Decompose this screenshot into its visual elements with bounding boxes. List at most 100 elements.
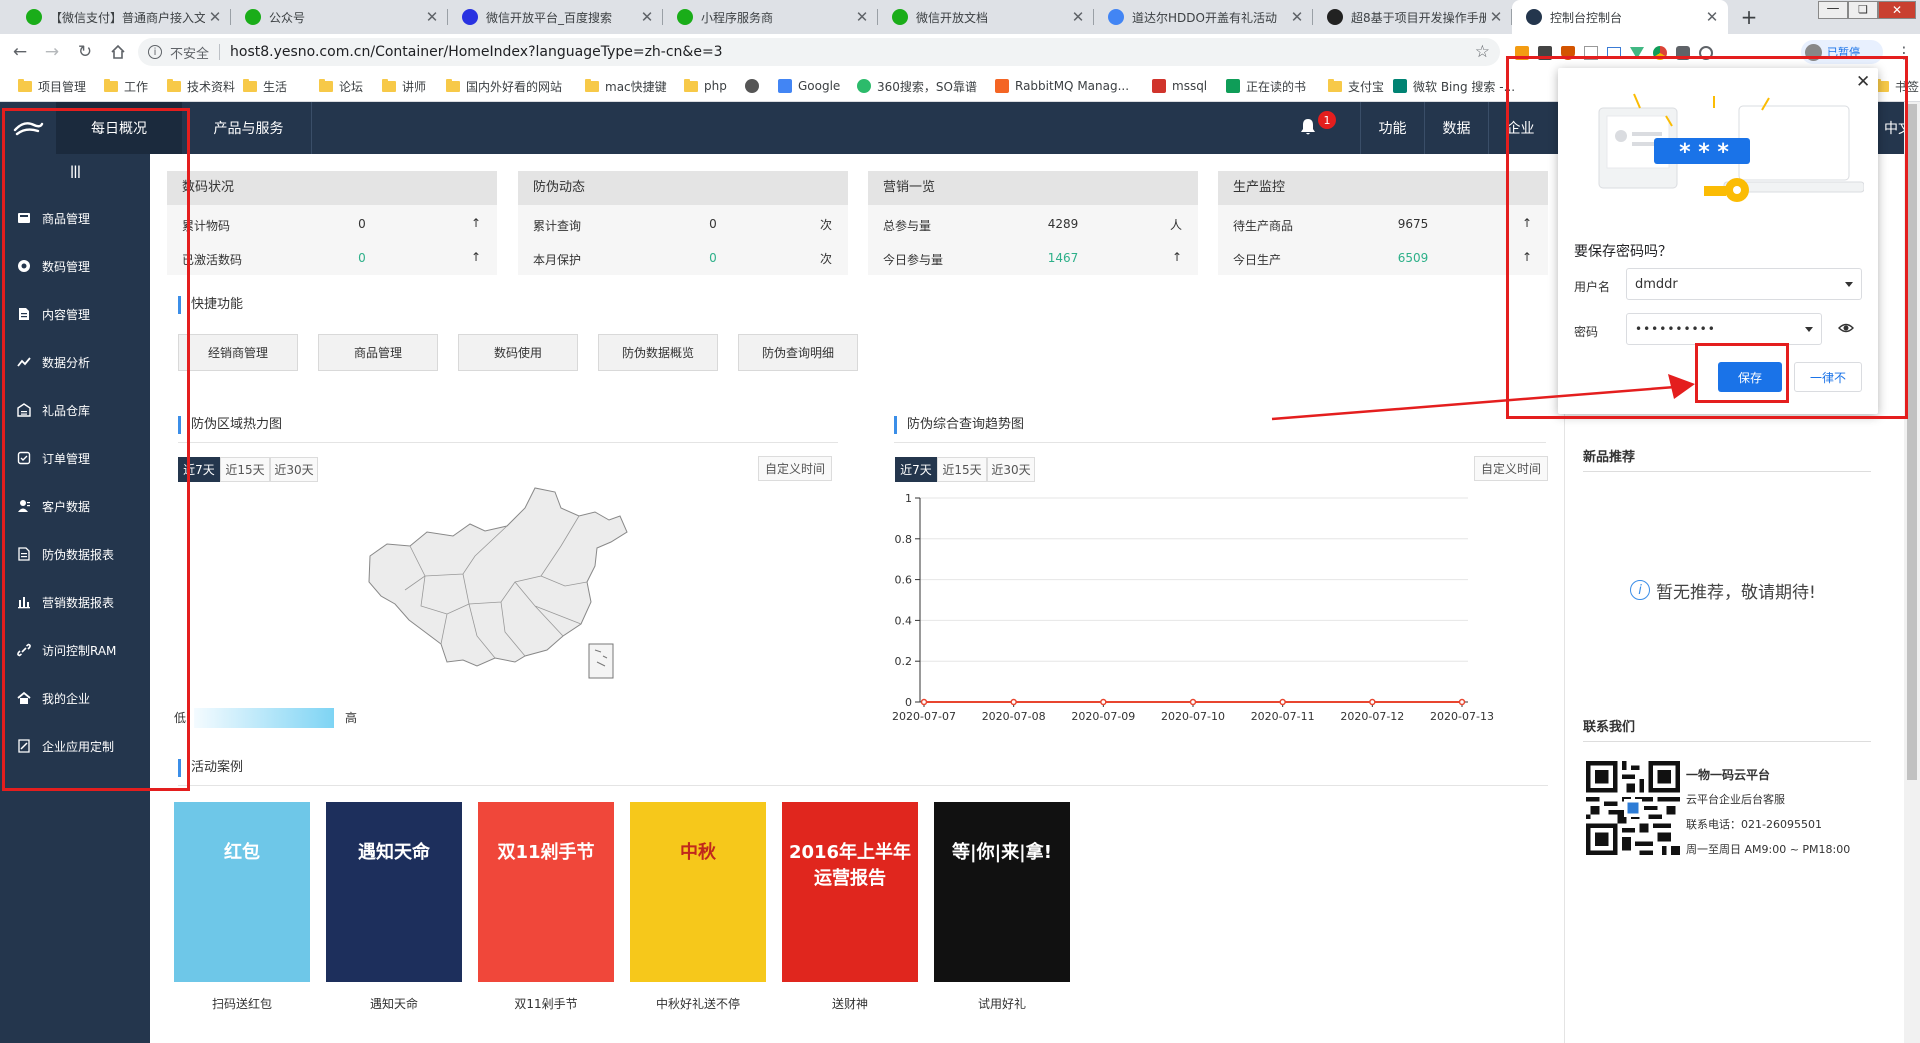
nav-data[interactable]: 数据 [1424, 102, 1488, 154]
tab-close-icon[interactable]: ✕ [637, 8, 657, 26]
trend-range-7d[interactable]: 近7天 [895, 457, 937, 482]
bookmark-item[interactable]: RabbitMQ Manag... [995, 77, 1129, 95]
browser-tab[interactable]: 小程序服务商 ✕ [663, 0, 878, 34]
bookmark-item[interactable]: Google [778, 77, 840, 95]
heatmap-custom-time[interactable]: 自定义时间 [758, 456, 832, 481]
stat-value: 6509 [1397, 251, 1429, 265]
baidu-icon [462, 9, 478, 25]
y-tick-label: 1 [905, 492, 912, 505]
stat-label: 总参与量 [883, 219, 932, 233]
case-poster[interactable]: 红包 [174, 802, 310, 982]
omnibox[interactable]: i 不安全 host8.yesno.com.cn/Container/HomeI… [138, 38, 1500, 66]
quick-button[interactable]: 防伪数据概览 [598, 334, 718, 371]
data-point [1100, 698, 1107, 706]
x-tick-label: 2020-07-11 [1251, 710, 1315, 723]
bookmark-item[interactable]: 论坛 [319, 77, 363, 95]
new-tab-button[interactable]: + [1736, 4, 1762, 30]
case-poster[interactable]: 遇知天命 [326, 802, 462, 982]
security-label: 不安全 [170, 46, 210, 62]
nav-function[interactable]: 功能 [1360, 102, 1424, 154]
tab-close-icon[interactable]: ✕ [852, 8, 872, 26]
bookmark-item[interactable]: 国内外好看的网站 [446, 77, 562, 95]
tab-close-icon[interactable]: ✕ [1702, 8, 1722, 26]
y-tick-label: 0 [905, 696, 912, 709]
quick-button[interactable]: 经销商管理 [178, 334, 298, 371]
quick-button[interactable]: 商品管理 [318, 334, 438, 371]
tab-close-icon[interactable]: ✕ [1287, 8, 1307, 26]
trend-range-15d[interactable]: 近15天 [937, 457, 987, 482]
quick-button[interactable]: 数码使用 [458, 334, 578, 371]
data-point [1189, 698, 1197, 706]
x-tick-label: 2020-07-13 [1430, 710, 1494, 723]
folder-icon [104, 78, 118, 92]
trend-custom-time[interactable]: 自定义时间 [1474, 456, 1548, 481]
bookmark-item[interactable]: 微软 Bing 搜索 -... [1393, 77, 1515, 95]
bookmark-star-icon[interactable]: ☆ [1475, 42, 1490, 62]
browser-tab[interactable]: 公众号 ✕ [231, 0, 448, 34]
china-map [365, 486, 630, 686]
y-tick-label: 0.8 [895, 533, 913, 546]
globe-icon [745, 79, 759, 93]
omnibox-divider [219, 44, 221, 60]
heatmap-range-30d[interactable]: 近30天 [270, 457, 318, 482]
browser-tab[interactable]: 微信开放平台_百度搜索 ✕ [448, 0, 663, 34]
case-poster-art: 遇知天命 [358, 842, 430, 863]
url-text[interactable]: host8.yesno.com.cn/Container/HomeIndex?l… [230, 44, 723, 60]
new-products-divider [1583, 471, 1871, 472]
case-poster[interactable]: 中秋 [630, 802, 766, 982]
home-icon[interactable] [108, 42, 128, 62]
bookmark-item[interactable]: mac快捷键 [585, 77, 667, 95]
contact-title: 联系我们 [1583, 720, 1636, 735]
bookmark-item[interactable]: 正在读的书 [1226, 77, 1306, 95]
reload-icon[interactable]: ↻ [75, 42, 95, 62]
case-poster[interactable]: 等|你|来|拿! [934, 802, 1070, 982]
bookmark-item[interactable] [745, 77, 765, 95]
bookmark-item[interactable]: 项目管理 [18, 77, 86, 95]
data-point [1458, 698, 1466, 706]
bookmark-item[interactable]: 讲师 [382, 77, 426, 95]
case-poster[interactable]: 2016年上半年运营报告 [782, 802, 918, 982]
browser-tab[interactable]: 道达尔HDDO开盖有礼活动 ✕ [1094, 0, 1313, 34]
cases-divider [178, 785, 1548, 786]
tab-close-icon[interactable]: ✕ [1068, 8, 1088, 26]
stat-label: 累计查询 [533, 219, 582, 233]
empty-info-icon: i [1630, 580, 1650, 600]
wechat-icon [26, 9, 42, 25]
window-minimize-button[interactable]: — [1818, 1, 1848, 19]
window-close-button[interactable]: ✕ [1878, 1, 1916, 19]
info-icon[interactable]: i [148, 45, 162, 59]
browser-tab[interactable]: 【微信支付】普通商户接入文 ✕ [12, 0, 231, 34]
notification-badge: 1 [1318, 111, 1336, 129]
browser-tab[interactable]: 微信开放文档 ✕ [878, 0, 1094, 34]
scrollbar-thumb[interactable] [1907, 104, 1917, 780]
nav-products[interactable]: 产品与服务 [186, 102, 312, 154]
forward-icon[interactable]: → [42, 42, 62, 62]
bookmark-label: Google [798, 79, 841, 93]
bookmark-item[interactable]: 生活 [243, 77, 287, 95]
bookmark-item[interactable]: php [684, 77, 727, 95]
stat-card: 营销一览 总参与量 4289 人今日参与量 1467 ↑ [868, 171, 1198, 275]
bookmark-item[interactable]: 支付宝 [1328, 77, 1384, 95]
tab-close-icon[interactable]: ✕ [1486, 8, 1506, 26]
tab-label: 小程序服务商 [701, 10, 774, 25]
folder-icon [18, 78, 32, 92]
browser-tab[interactable]: 控制台控制台 ✕ [1512, 0, 1728, 34]
tab-close-icon[interactable]: ✕ [422, 8, 442, 26]
bookmark-item[interactable]: 技术资料 [167, 77, 235, 95]
stat-label: 今日生产 [1233, 253, 1282, 267]
bookmark-item[interactable]: 360搜索，SO靠谱 [857, 77, 977, 95]
quick-button[interactable]: 防伪查询明细 [738, 334, 858, 371]
case-poster[interactable]: 双11剁手节 [478, 802, 614, 982]
heatmap-range-15d[interactable]: 近15天 [220, 457, 270, 482]
browser-tab[interactable]: 超8基于项目开发操作手册 ✕ [1313, 0, 1512, 34]
360-icon [857, 79, 871, 93]
x-tick-label: 2020-07-07 [892, 710, 956, 723]
window-restore-button[interactable]: ❏ [1848, 1, 1878, 19]
tab-close-icon[interactable]: ✕ [205, 8, 225, 26]
trend-range-30d[interactable]: 近30天 [987, 457, 1035, 482]
back-icon[interactable]: ← [10, 42, 30, 62]
bell-icon[interactable] [1300, 118, 1318, 138]
bookmark-label: 技术资料 [187, 79, 236, 94]
bookmark-item[interactable]: mssql [1152, 77, 1207, 95]
bookmark-item[interactable]: 工作 [104, 77, 148, 95]
